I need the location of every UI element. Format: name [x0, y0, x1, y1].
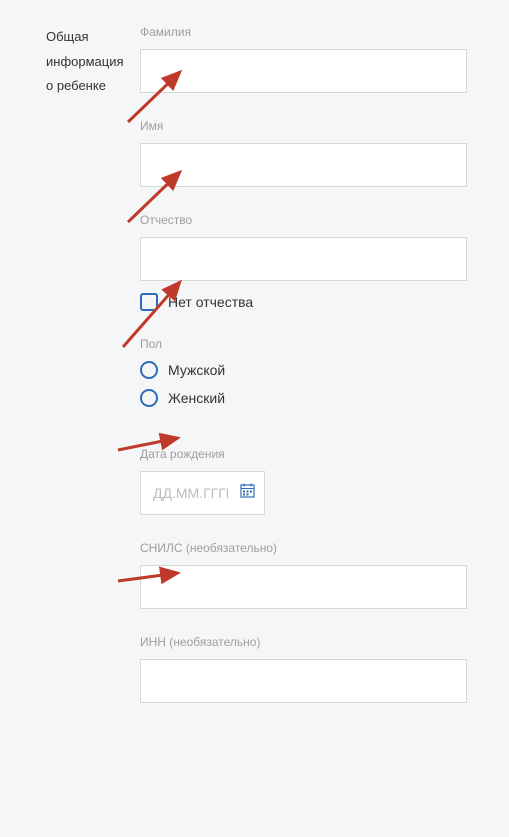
label-gender: Пол — [140, 337, 467, 351]
sidebar: Общая информация о ребенке — [0, 25, 140, 729]
label-birthdate: Дата рождения — [140, 447, 467, 461]
radio-label-male: Мужской — [168, 362, 225, 378]
checkbox-label: Нет отчества — [168, 294, 253, 310]
checkbox-box-icon — [140, 293, 158, 311]
checkbox-no-patronymic[interactable]: Нет отчества — [140, 293, 467, 311]
input-snils[interactable] — [140, 565, 467, 609]
label-name: Имя — [140, 119, 467, 133]
label-patronymic: Отчество — [140, 213, 467, 227]
radio-female[interactable]: Женский — [140, 389, 467, 407]
section-title-line: информация — [46, 54, 124, 69]
label-inn: ИНН (необязательно) — [140, 635, 467, 649]
input-name[interactable] — [140, 143, 467, 187]
field-name: Имя — [140, 119, 467, 187]
radio-circle-icon — [140, 361, 158, 379]
input-birthdate[interactable] — [140, 471, 265, 515]
field-inn: ИНН (необязательно) — [140, 635, 467, 703]
form-layout: Общая информация о ребенке Фамилия Имя О… — [0, 0, 509, 729]
field-surname: Фамилия — [140, 25, 467, 93]
radio-label-female: Женский — [168, 390, 225, 406]
label-surname: Фамилия — [140, 25, 467, 39]
radio-circle-icon — [140, 389, 158, 407]
input-surname[interactable] — [140, 49, 467, 93]
section-title-line: о ребенке — [46, 78, 106, 93]
input-patronymic[interactable] — [140, 237, 467, 281]
field-patronymic: Отчество Нет отчества — [140, 213, 467, 311]
section-title-line: Общая — [46, 29, 89, 44]
input-inn[interactable] — [140, 659, 467, 703]
field-gender: Пол Мужской Женский — [140, 337, 467, 407]
date-input-wrapper — [140, 471, 265, 515]
radio-male[interactable]: Мужской — [140, 361, 467, 379]
field-birthdate: Дата рождения — [140, 447, 467, 515]
form-main: Фамилия Имя Отчество Нет отчества Пол Му… — [140, 25, 509, 729]
section-title: Общая информация о ребенке — [46, 25, 130, 99]
label-snils: СНИЛС (необязательно) — [140, 541, 467, 555]
field-snils: СНИЛС (необязательно) — [140, 541, 467, 609]
